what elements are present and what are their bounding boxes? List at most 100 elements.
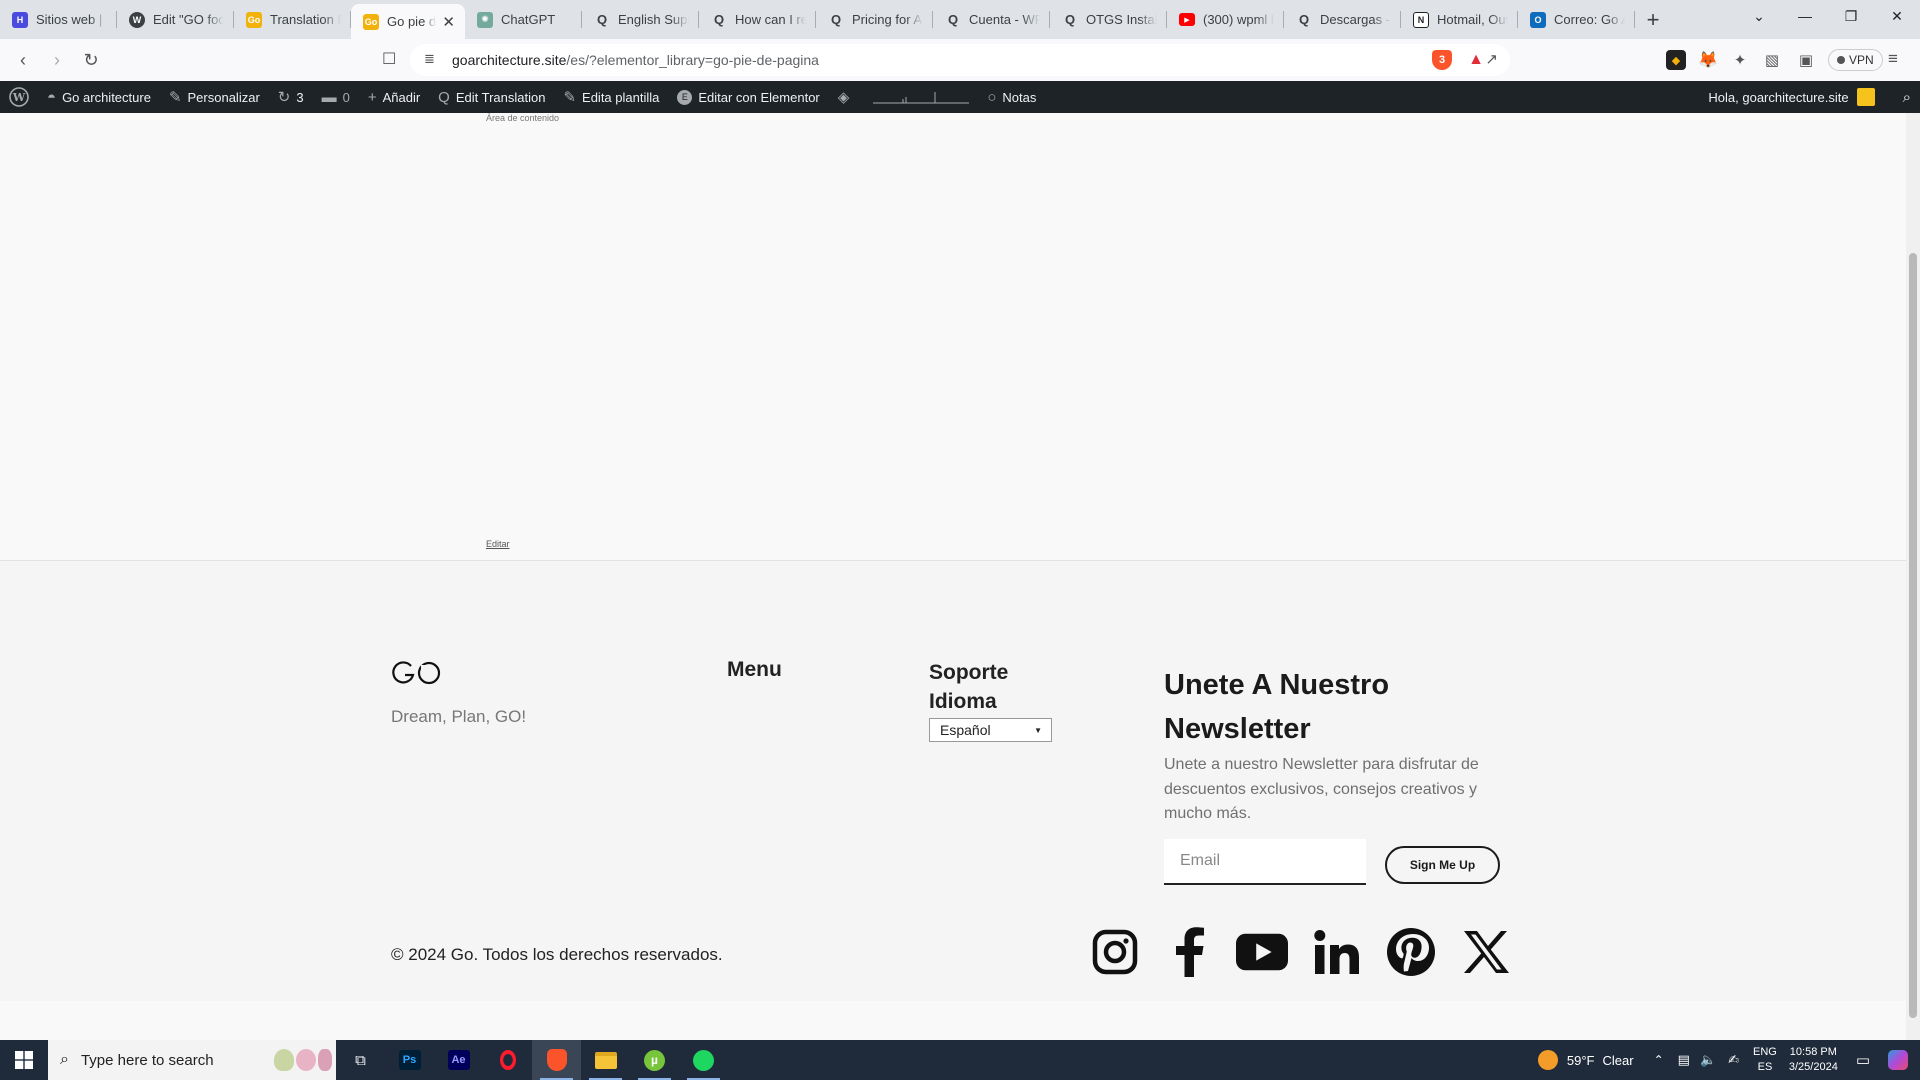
copilot-icon[interactable] <box>1888 1050 1908 1070</box>
weather-condition[interactable]: Clear <box>1603 1053 1634 1068</box>
address-bar[interactable]: ≣ goarchitecture.site/es/?elementor_libr… <box>410 44 1510 76</box>
opera-icon[interactable] <box>483 1040 532 1080</box>
scrollbar-thumb[interactable] <box>1909 253 1917 1018</box>
x-icon[interactable] <box>1460 926 1512 978</box>
tab-list-icon[interactable]: ⌄ <box>1736 0 1782 32</box>
wp-comments[interactable]: ▬ 0 <box>313 81 359 113</box>
vpn-button[interactable]: VPN <box>1828 49 1883 71</box>
forward-icon[interactable]: › <box>40 50 74 71</box>
tab-go-pie-de-pagina[interactable]: GoGo pie de pag✕ <box>351 4 465 39</box>
wallet-icon[interactable]: ▣ <box>1796 50 1816 70</box>
newsletter-heading: Unete A Nuestro Newsletter <box>1164 669 1390 745</box>
start-button[interactable] <box>0 1040 48 1080</box>
instagram-icon[interactable] <box>1089 926 1141 978</box>
extension-icon[interactable]: ◆ <box>1666 50 1686 70</box>
tab-edit-go-footer[interactable]: W Edit "GO foot <box>117 0 234 39</box>
input-language-indicator[interactable]: ENG ES <box>1753 1045 1777 1075</box>
tab-chatgpt[interactable]: ✺ ChatGPT <box>465 0 582 39</box>
restore-icon[interactable]: ❐ <box>1828 0 1874 32</box>
notifications-icon[interactable]: ▭ <box>1856 1051 1870 1069</box>
linkedin-icon[interactable] <box>1311 926 1363 978</box>
tab-sitios-web[interactable]: HSitios web | H <box>0 0 117 39</box>
brave-shields-icon[interactable]: 3 <box>1432 50 1452 70</box>
after-effects-icon[interactable]: Ae <box>434 1040 483 1080</box>
search-icon: ⌕ <box>1902 88 1911 106</box>
tab-favicon-icon: Q <box>830 12 842 27</box>
footer-menu-heading: Menu <box>727 658 782 681</box>
email-input[interactable] <box>1164 839 1366 885</box>
tab-favicon-icon: Q <box>713 12 725 27</box>
tab-favicon-icon: Q <box>596 12 608 27</box>
tab-close-icon[interactable]: ✕ <box>442 13 455 31</box>
chevron-up-icon[interactable]: ⌃ <box>1654 1053 1664 1067</box>
site-info-icon[interactable]: ≣ <box>424 51 435 67</box>
language-heading: Idioma <box>929 690 997 713</box>
back-icon[interactable]: ‹ <box>6 50 40 71</box>
tab-favicon-icon: Go <box>363 13 379 30</box>
spotify-icon[interactable] <box>679 1040 728 1080</box>
menu-icon[interactable]: ≡ <box>1888 49 1898 69</box>
brave-rewards-icon[interactable]: ▲ <box>1466 50 1486 70</box>
wordpress-icon: W <box>9 87 29 107</box>
plus-icon: + <box>367 88 377 106</box>
weather-temperature[interactable]: 59°F <box>1567 1053 1595 1068</box>
wp-notes[interactable]: ○ Notas <box>978 81 1045 113</box>
tab-favicon-icon: H <box>12 11 28 28</box>
clock[interactable]: 10:58 PM 3/25/2024 <box>1789 1045 1838 1075</box>
sign-me-up-button[interactable]: Sign Me Up <box>1385 846 1500 884</box>
page-scrollbar[interactable] <box>1906 113 1920 1040</box>
file-explorer-icon[interactable] <box>581 1040 630 1080</box>
wp-my-account[interactable]: Hola, goarchitecture.site <box>1699 81 1893 113</box>
share-icon[interactable]: ↗ <box>1485 50 1498 68</box>
tab-cuenta-wpml[interactable]: QCuenta - WPM <box>933 0 1050 39</box>
bookmark-icon[interactable]: ☐ <box>382 49 396 69</box>
tab-pricing[interactable]: Q Pricing for Au <box>816 0 933 39</box>
wp-add-new[interactable]: + Añadir <box>359 81 429 113</box>
search-icon: ⌕ <box>60 1051 69 1068</box>
wp-updates[interactable]: ↻ 3 <box>269 81 313 113</box>
taskbar-search-box[interactable]: ⌕ Type here to search <box>48 1040 336 1080</box>
brave-icon[interactable] <box>532 1040 581 1080</box>
volume-icon[interactable]: 🔈 <box>1700 1052 1716 1068</box>
footer-logo[interactable] <box>391 658 443 693</box>
pen-icon[interactable]: ✍ <box>1728 1052 1739 1068</box>
tab-otgs-installer[interactable]: QOTGS Installe <box>1050 0 1167 39</box>
close-window-icon[interactable]: ✕ <box>1874 0 1920 32</box>
pencil-icon: ✎ <box>563 89 577 106</box>
tab-translation[interactable]: Go Translation M <box>234 0 351 39</box>
tab-english-support[interactable]: Q English Supp <box>582 0 699 39</box>
tab-how-can-i[interactable]: QHow can I ren <box>699 0 816 39</box>
youtube-icon[interactable] <box>1236 926 1288 978</box>
utorrent-icon[interactable]: µ <box>630 1040 679 1080</box>
tab-correo-outlook[interactable]: OCorreo: Go Ar <box>1518 0 1635 39</box>
network-icon[interactable]: ▤ <box>1678 1052 1690 1068</box>
wp-activity-graph <box>864 81 978 113</box>
wordpress-logo[interactable]: W <box>0 81 38 113</box>
diamond-icon: ◈ <box>837 89 850 106</box>
wp-customize[interactable]: ✎ Personalizar <box>160 81 269 113</box>
minimize-icon[interactable]: — <box>1782 0 1828 32</box>
language-select[interactable]: Español ▼ <box>929 718 1052 742</box>
wp-edit-translation[interactable]: Q Edit Translation <box>429 81 554 113</box>
wp-edit-elementor[interactable]: E Editar con Elementor <box>668 81 828 113</box>
edit-link[interactable]: Editar <box>486 539 510 549</box>
sidebar-icon[interactable]: ▧ <box>1762 50 1782 70</box>
facebook-icon[interactable] <box>1163 926 1215 978</box>
copyright-text: © 2024 Go. Todos los derechos reservados… <box>391 945 723 964</box>
metamask-icon[interactable]: 🦊 <box>1698 50 1718 70</box>
new-tab-button[interactable]: + <box>1635 7 1671 33</box>
wp-edit-template[interactable]: ✎ Edita plantilla <box>554 81 668 113</box>
pinterest-icon[interactable] <box>1385 926 1437 978</box>
task-view-icon[interactable]: ⧉ <box>336 1040 385 1080</box>
photoshop-icon[interactable]: Ps <box>385 1040 434 1080</box>
wp-diamond-menu[interactable]: ◈ <box>829 81 865 113</box>
wp-site-name[interactable]: ◓ Go architecture <box>38 81 160 113</box>
tab-favicon-icon: W <box>129 11 145 28</box>
tab-youtube[interactable]: ▶ (300) wpml b <box>1167 0 1284 39</box>
tab-hotmail[interactable]: N Hotmail, Outl <box>1401 0 1518 39</box>
tab-descargas[interactable]: QDescargas - V <box>1284 0 1401 39</box>
extensions-puzzle-icon[interactable]: ✦ <box>1730 50 1750 70</box>
reload-icon[interactable]: ↻ <box>74 50 108 71</box>
vpn-status-icon <box>1837 56 1845 64</box>
wp-search[interactable]: ⌕ <box>1894 81 1920 113</box>
